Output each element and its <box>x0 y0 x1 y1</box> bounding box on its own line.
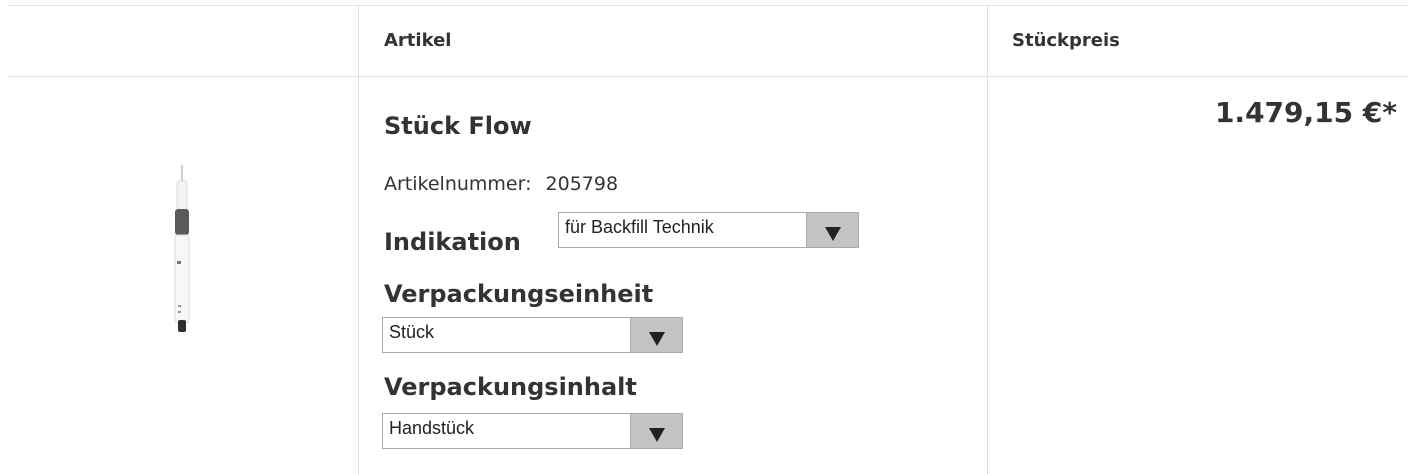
packaging-unit-select-value: Stück <box>389 322 435 342</box>
indication-select[interactable]: für Backfill Technik <box>558 212 859 248</box>
table-top-border <box>7 5 1409 6</box>
header-divider <box>7 76 1409 77</box>
packaging-content-dropdown-button[interactable] <box>630 414 682 448</box>
chevron-down-icon <box>648 428 665 442</box>
product-name[interactable]: Stück Flow <box>384 112 532 140</box>
col-divider-1 <box>358 5 359 474</box>
article-number: Artikelnummer: 205798 <box>384 173 618 195</box>
packaging-content-select[interactable]: Handstück <box>382 413 683 449</box>
packaging-content-label: Verpackungsinhalt <box>384 373 637 401</box>
article-number-label: Artikelnummer: <box>384 173 532 195</box>
packaging-unit-label: Verpackungseinheit <box>384 280 654 308</box>
packaging-unit-dropdown-button[interactable] <box>630 318 682 352</box>
unit-price: 1.479,15 €* <box>1214 96 1397 129</box>
chevron-down-icon <box>824 227 841 241</box>
chevron-down-icon <box>648 332 665 346</box>
indication-select-value: für Backfill Technik <box>565 217 714 237</box>
col-divider-2 <box>987 5 988 474</box>
handpiece-device-icon <box>174 165 190 332</box>
header-article: Artikel <box>384 30 452 51</box>
header-unit-price: Stückpreis <box>1012 30 1120 51</box>
indication-label: Indikation <box>384 228 521 256</box>
packaging-content-select-value: Handstück <box>389 418 475 438</box>
product-image[interactable] <box>168 165 196 335</box>
indication-dropdown-button[interactable] <box>806 213 858 247</box>
packaging-unit-select[interactable]: Stück <box>382 317 683 353</box>
article-number-value: 205798 <box>545 173 619 195</box>
